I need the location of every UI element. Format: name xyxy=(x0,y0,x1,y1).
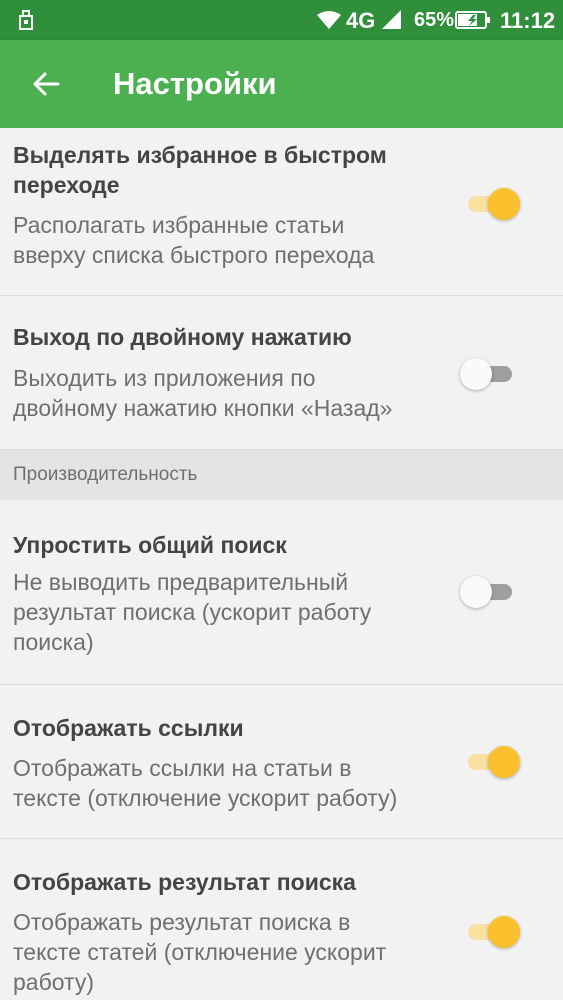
signal-icon xyxy=(382,10,401,29)
setting-description: Отображать ссылки на статьи в тексте (от… xyxy=(13,753,453,813)
toggle-switch[interactable] xyxy=(460,572,516,612)
toggle-switch[interactable] xyxy=(460,912,520,952)
setting-description-line: Располагать избранные статьи xyxy=(13,212,345,238)
setting-title-line: Выделять избранное в быстром xyxy=(13,142,387,168)
setting-description: Выходить из приложения по двойному нажат… xyxy=(13,363,453,423)
setting-double-back-exit[interactable]: Выход по двойному нажатию Выходить из пр… xyxy=(0,296,563,450)
setting-highlight-favorites[interactable]: Выделять избранное в быстром переходе Ра… xyxy=(0,128,563,296)
setting-description-line: тексте статей (отключение ускорит xyxy=(13,939,387,965)
setting-description-line: результат поиска (ускорит работу xyxy=(13,599,372,625)
setting-description-line: тексте (отключение ускорит работу) xyxy=(13,785,398,811)
wifi-icon xyxy=(317,11,341,29)
app-bar: Настройки xyxy=(0,40,563,128)
toggle-thumb xyxy=(460,576,492,608)
toggle-switch[interactable] xyxy=(460,184,520,224)
setting-title: Выделять избранное в быстром переходе xyxy=(13,140,443,200)
setting-title: Отображать ссылки xyxy=(13,713,443,743)
battery-charging-icon xyxy=(455,11,490,29)
setting-description: Располагать избранные статьи вверху спис… xyxy=(13,210,453,270)
page-title: Настройки xyxy=(113,66,277,101)
setting-title: Выход по двойному нажатию xyxy=(13,322,443,352)
setting-description-line: двойному нажатию кнопки «Назад» xyxy=(13,395,393,421)
clock: 11:12 xyxy=(500,8,556,33)
setting-description: Отображать результат поиска в тексте ста… xyxy=(13,907,453,997)
setting-title-line: Упростить общий поиск xyxy=(13,532,287,558)
setting-show-links[interactable]: Отображать ссылки Отображать ссылки на с… xyxy=(0,685,563,839)
toggle-switch[interactable] xyxy=(460,742,520,782)
section-header-label: Производительность xyxy=(13,464,198,485)
settings-list: Выделять избранное в быстром переходе Ра… xyxy=(0,128,563,1000)
setting-description-line: Выходить из приложения по xyxy=(13,365,316,391)
setting-description-line: Не выводить предварительный xyxy=(13,569,349,595)
usb-icon xyxy=(19,10,33,30)
battery-percent: 65% xyxy=(414,9,455,31)
toggle-switch[interactable] xyxy=(460,354,516,394)
setting-description-line: вверху списка быстрого перехода xyxy=(13,242,375,268)
setting-description-line: поиска) xyxy=(13,629,94,655)
setting-description: Не выводить предварительный результат по… xyxy=(13,567,453,657)
setting-title: Отображать результат поиска xyxy=(13,867,443,897)
setting-description-line: Отображать ссылки на статьи в xyxy=(13,755,352,781)
setting-description-line: работу) xyxy=(13,969,94,995)
setting-title-line: Выход по двойному нажатию xyxy=(13,324,352,350)
network-type: 4G xyxy=(346,8,376,33)
toggle-thumb xyxy=(488,188,520,220)
setting-simplify-search[interactable]: Упростить общий поиск Не выводить предва… xyxy=(0,500,563,685)
toggle-thumb xyxy=(488,916,520,948)
toggle-thumb xyxy=(488,746,520,778)
setting-title-line: Отображать ссылки xyxy=(13,715,244,741)
setting-title-line: переходе xyxy=(13,172,120,198)
setting-show-search-result[interactable]: Отображать результат поиска Отображать р… xyxy=(0,839,563,1000)
setting-title-line: Отображать результат поиска xyxy=(13,869,356,895)
back-button[interactable] xyxy=(24,62,68,106)
section-header-performance: Производительность xyxy=(0,450,563,500)
arrow-left-icon xyxy=(33,72,60,96)
setting-title: Упростить общий поиск xyxy=(13,530,443,560)
toggle-thumb xyxy=(460,358,492,390)
status-bar: 4G 65% 11:12 xyxy=(0,0,563,40)
setting-description-line: Отображать результат поиска в xyxy=(13,909,351,935)
